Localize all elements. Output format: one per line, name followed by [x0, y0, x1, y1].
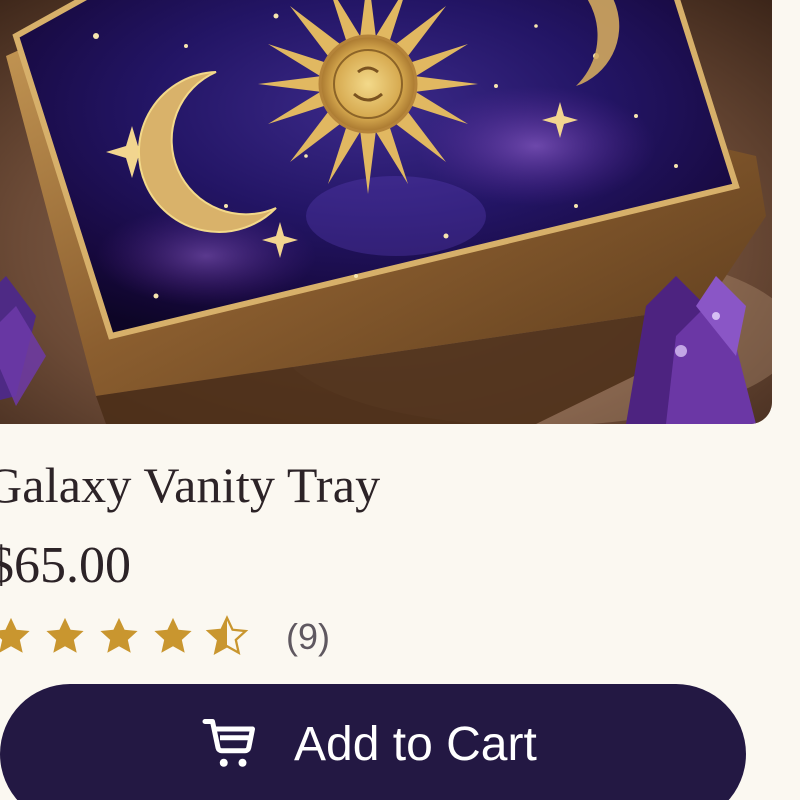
add-to-cart-label: Add to Cart [294, 717, 537, 771]
cart-icon [202, 719, 255, 767]
product-image[interactable] [0, 0, 772, 424]
star-icon [154, 617, 192, 653]
review-count[interactable]: (9) [286, 616, 330, 658]
add-to-cart-content: Add to Cart [200, 714, 537, 774]
add-to-cart-button[interactable]: Add to Cart [0, 684, 746, 800]
product-card: Galaxy Vanity Tray $65.00 (9) Add to Car… [0, 0, 800, 800]
star-icon [46, 617, 84, 653]
product-price: $65.00 [0, 537, 131, 594]
product-title[interactable]: Galaxy Vanity Tray [0, 456, 380, 514]
product-rating: (9) [0, 612, 330, 662]
half-star-icon [205, 615, 249, 655]
star-icon [100, 617, 138, 653]
star-icon [0, 617, 30, 653]
